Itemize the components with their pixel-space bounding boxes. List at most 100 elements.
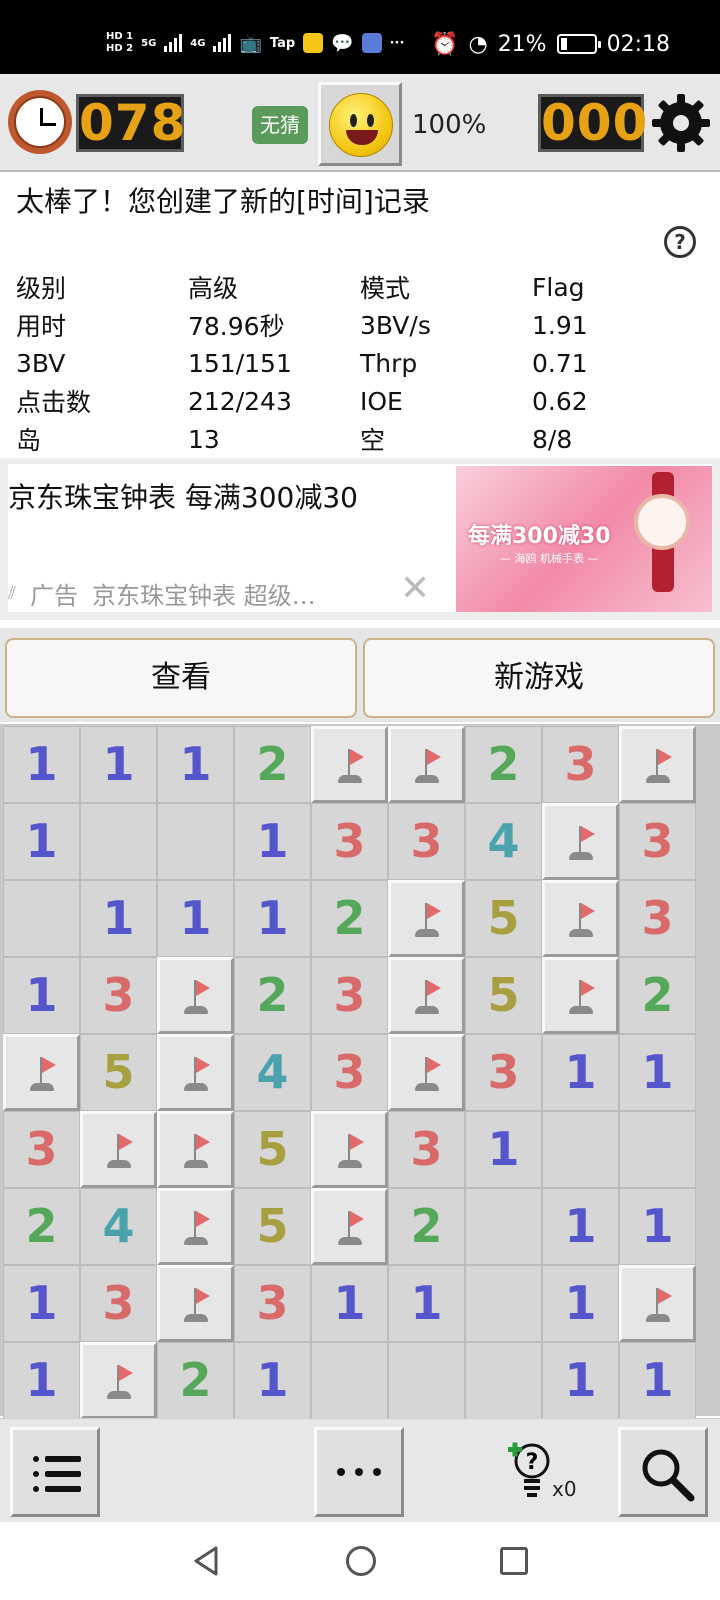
- cell-number[interactable]: 1: [542, 1265, 619, 1342]
- cell-number[interactable]: 1: [80, 726, 157, 803]
- cell-empty[interactable]: [619, 1111, 696, 1188]
- cell-flagged[interactable]: [80, 1342, 157, 1419]
- cell-number[interactable]: 3: [80, 957, 157, 1034]
- cell-number[interactable]: 5: [234, 1111, 311, 1188]
- cell-flagged[interactable]: [388, 957, 465, 1034]
- cell-number[interactable]: 2: [388, 1188, 465, 1265]
- cell-number[interactable]: 2: [157, 1342, 234, 1419]
- cell-empty[interactable]: [311, 1342, 388, 1419]
- cell-empty[interactable]: [3, 880, 80, 957]
- cell-empty[interactable]: [157, 803, 234, 880]
- cell-number[interactable]: 2: [234, 726, 311, 803]
- cell-number[interactable]: 1: [619, 1034, 696, 1111]
- ad-content[interactable]: 京东珠宝钟表 每满300减30 ⫽ 广告 京东珠宝钟表 超级… ✕ 每满300减…: [8, 464, 712, 612]
- cell-flagged[interactable]: [157, 957, 234, 1034]
- cell-number[interactable]: 1: [542, 1342, 619, 1419]
- cell-number[interactable]: 3: [619, 803, 696, 880]
- cell-number[interactable]: 4: [80, 1188, 157, 1265]
- cell-number[interactable]: 3: [80, 1265, 157, 1342]
- cell-flagged[interactable]: [542, 880, 619, 957]
- ad-close-button[interactable]: ✕: [400, 568, 430, 609]
- home-icon[interactable]: [346, 1546, 376, 1576]
- cell-number[interactable]: 1: [80, 880, 157, 957]
- cell-flagged[interactable]: [157, 1265, 234, 1342]
- zoom-button[interactable]: [618, 1427, 708, 1517]
- cell-flagged[interactable]: [157, 1188, 234, 1265]
- cell-number[interactable]: 2: [3, 1188, 80, 1265]
- recent-apps-icon[interactable]: [500, 1547, 528, 1575]
- cell-number[interactable]: 5: [465, 957, 542, 1034]
- cell-flagged[interactable]: [619, 1265, 696, 1342]
- cell-empty[interactable]: [388, 1342, 465, 1419]
- cell-number[interactable]: 1: [157, 880, 234, 957]
- hint-button[interactable]: ? x0: [508, 1439, 578, 1509]
- cell-number[interactable]: 1: [3, 726, 80, 803]
- new-game-button[interactable]: 新游戏: [363, 638, 715, 718]
- cell-flagged[interactable]: [619, 726, 696, 803]
- cell-flagged[interactable]: [311, 1111, 388, 1188]
- cell-number[interactable]: 1: [234, 803, 311, 880]
- cell-number[interactable]: 1: [157, 726, 234, 803]
- cell-number[interactable]: 2: [234, 957, 311, 1034]
- cell-flagged[interactable]: [388, 726, 465, 803]
- cell-number[interactable]: 5: [465, 880, 542, 957]
- cell-number[interactable]: 1: [619, 1188, 696, 1265]
- cell-number[interactable]: 3: [311, 957, 388, 1034]
- cell-empty[interactable]: [80, 803, 157, 880]
- cell-number[interactable]: 2: [619, 957, 696, 1034]
- back-icon[interactable]: [192, 1546, 220, 1576]
- cell-number[interactable]: 3: [234, 1265, 311, 1342]
- cell-number[interactable]: 5: [234, 1188, 311, 1265]
- view-button[interactable]: 查看: [5, 638, 357, 718]
- help-icon[interactable]: ?: [664, 226, 696, 258]
- cell-number[interactable]: 5: [80, 1034, 157, 1111]
- more-options-button[interactable]: [314, 1427, 404, 1517]
- cell-empty[interactable]: [465, 1188, 542, 1265]
- cell-number[interactable]: 3: [542, 726, 619, 803]
- cell-number[interactable]: 1: [542, 1188, 619, 1265]
- ad-image[interactable]: 每满300减30 — 海鸥 机械手表 —: [456, 466, 712, 612]
- settings-gear-icon[interactable]: [650, 92, 712, 154]
- cell-flagged[interactable]: [542, 957, 619, 1034]
- cell-flagged[interactable]: [311, 1188, 388, 1265]
- cell-number[interactable]: 1: [3, 1265, 80, 1342]
- cell-number[interactable]: 1: [311, 1265, 388, 1342]
- cell-number[interactable]: 3: [3, 1111, 80, 1188]
- cell-number[interactable]: 2: [465, 726, 542, 803]
- cell-flagged[interactable]: [542, 803, 619, 880]
- cell-number[interactable]: 1: [542, 1034, 619, 1111]
- cell-number[interactable]: 2: [311, 880, 388, 957]
- cell-empty[interactable]: [465, 1265, 542, 1342]
- cell-number[interactable]: 4: [234, 1034, 311, 1111]
- cell-number[interactable]: 3: [311, 803, 388, 880]
- stats-cell: 空: [360, 426, 386, 455]
- cell-number[interactable]: 3: [465, 1034, 542, 1111]
- cell-number[interactable]: 1: [388, 1265, 465, 1342]
- cell-number[interactable]: 1: [3, 1342, 80, 1419]
- cell-empty[interactable]: [465, 1342, 542, 1419]
- cell-number[interactable]: 1: [465, 1111, 542, 1188]
- smiley-reset-button[interactable]: [318, 82, 402, 166]
- cell-number[interactable]: 1: [619, 1342, 696, 1419]
- cell-flagged[interactable]: [157, 1034, 234, 1111]
- cell-flagged[interactable]: [3, 1034, 80, 1111]
- cell-number[interactable]: 3: [311, 1034, 388, 1111]
- cell-number[interactable]: 3: [619, 880, 696, 957]
- cell-flagged[interactable]: [388, 1034, 465, 1111]
- cell-flagged[interactable]: [311, 726, 388, 803]
- cell-number[interactable]: 1: [3, 803, 80, 880]
- cell-flagged[interactable]: [157, 1111, 234, 1188]
- menu-button[interactable]: [10, 1427, 100, 1517]
- ad-title[interactable]: 京东珠宝钟表 每满300减30: [8, 476, 358, 516]
- cell-number[interactable]: 1: [3, 957, 80, 1034]
- cell-number[interactable]: 3: [388, 1111, 465, 1188]
- cell-empty[interactable]: [542, 1111, 619, 1188]
- cell-flagged[interactable]: [388, 880, 465, 957]
- ad-banner[interactable]: 京东珠宝钟表 每满300减30 ⫽ 广告 京东珠宝钟表 超级… ✕ 每满300减…: [0, 458, 720, 620]
- cell-number[interactable]: 4: [465, 803, 542, 880]
- cell-number[interactable]: 1: [234, 880, 311, 957]
- hd-indicator: HD 1 HD 2: [106, 31, 133, 55]
- cell-flagged[interactable]: [80, 1111, 157, 1188]
- cell-number[interactable]: 1: [234, 1342, 311, 1419]
- cell-number[interactable]: 3: [388, 803, 465, 880]
